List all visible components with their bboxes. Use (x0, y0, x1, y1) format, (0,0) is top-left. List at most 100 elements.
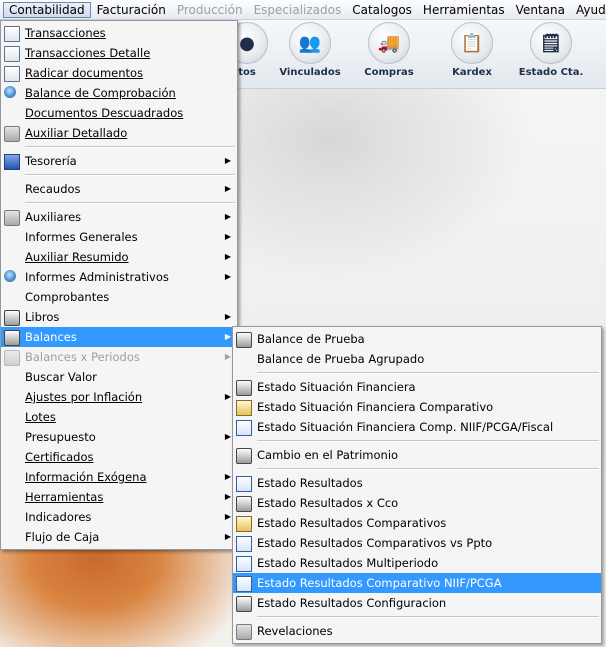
printer-icon (236, 380, 252, 396)
submenu-arrow-icon: ▶ (224, 272, 231, 281)
menu-item-certificados[interactable]: Certificados (1, 447, 237, 467)
report-icon (236, 624, 252, 640)
toolbar-button-kardex[interactable]: 📋 Kardex (437, 22, 507, 78)
toolbar-button-estado-cta[interactable]: 🗒 Estado Cta. (516, 22, 586, 78)
menu-item-informacion-exogena[interactable]: Información Exógena ▶ (1, 467, 237, 487)
menu-item-indicadores[interactable]: Indicadores ▶ (1, 507, 237, 527)
chart-icon (236, 556, 252, 572)
submenu-arrow-icon: ▶ (224, 156, 231, 165)
separator (25, 146, 235, 148)
menu-contabilidad[interactable]: Contabilidad (3, 1, 91, 18)
menu-item-balance-comprobacion[interactable]: Balance de Comprobación (1, 83, 237, 103)
submenu-arrow-icon: ▶ (224, 184, 231, 193)
menu-item-comprobantes[interactable]: Comprobantes (1, 287, 237, 307)
menu-item-informes-generales[interactable]: Informes Generales ▶ (1, 227, 237, 247)
compare-icon (236, 400, 252, 416)
menu-item-buscar-valor[interactable]: Buscar Valor (1, 367, 237, 387)
menu-item-documentos-descuadrados[interactable]: Documentos Descuadrados (1, 103, 237, 123)
toolbar-button-compras[interactable]: 🚚 Compras (354, 22, 424, 78)
balances-submenu: Balance de Prueba Balance de Prueba Agru… (232, 326, 602, 644)
menu-item-auxiliar-detallado[interactable]: Auxiliar Detallado (1, 123, 237, 143)
submenu-item-er-configuracion[interactable]: Estado Resultados Configuracion (233, 593, 601, 613)
submenu-item-esf-comp-niif[interactable]: Estado Situación Financiera Comp. NIIF/P… (233, 417, 601, 437)
menu-item-lotes[interactable]: Lotes (1, 407, 237, 427)
menu-ventana[interactable]: Ventana (511, 2, 570, 18)
menu-produccion[interactable]: Producción (172, 2, 248, 18)
toolbar-label: tos (238, 67, 256, 78)
document-icon (4, 66, 20, 82)
menu-item-transacciones[interactable]: Transacciones (1, 23, 237, 43)
menu-herramientas[interactable]: Herramientas (418, 2, 510, 18)
menu-item-auxiliar-resumido[interactable]: Auxiliar Resumido ▶ (1, 247, 237, 267)
menu-item-balances-x-periodos[interactable]: Balances x Periodos ▶ (1, 347, 237, 367)
submenu-item-er-comparativos-ppto[interactable]: Estado Resultados Comparativos vs Ppto (233, 533, 601, 553)
submenu-arrow-icon: ▶ (224, 432, 231, 441)
menu-item-radicar-documentos[interactable]: Radicar documentos (1, 63, 237, 83)
separator (257, 616, 599, 618)
printer-icon (236, 448, 252, 464)
submenu-item-er-comparativos[interactable]: Estado Resultados Comparativos (233, 513, 601, 533)
magnifier-icon (4, 86, 16, 98)
submenu-item-cambio-patrimonio[interactable]: Cambio en el Patrimonio (233, 445, 601, 465)
separator (257, 468, 599, 470)
submenu-item-esf-comparativo[interactable]: Estado Situación Financiera Comparativo (233, 397, 601, 417)
menu-item-tesoreria[interactable]: Tesorería ▶ (1, 151, 237, 171)
menu-item-balances[interactable]: Balances ▶ (1, 327, 237, 347)
submenu-item-balance-prueba-agrupado[interactable]: Balance de Prueba Agrupado (233, 349, 601, 369)
printer-icon (4, 350, 20, 366)
separator (25, 202, 235, 204)
printer-icon (236, 496, 252, 512)
submenu-item-estado-resultados[interactable]: Estado Resultados (233, 473, 601, 493)
tesoreria-icon (4, 154, 20, 170)
submenu-item-balance-prueba[interactable]: Balance de Prueba (233, 329, 601, 349)
menu-ayuda[interactable]: Ayuda (571, 2, 606, 18)
submenu-arrow-icon: ▶ (224, 232, 231, 241)
submenu-item-er-multiperiodo[interactable]: Estado Resultados Multiperiodo (233, 553, 601, 573)
menu-item-transacciones-detalle[interactable]: Transacciones Detalle (1, 43, 237, 63)
menu-item-herramientas[interactable]: Herramientas ▶ (1, 487, 237, 507)
truck-icon: 🚚 (368, 22, 410, 64)
report-icon (4, 126, 20, 142)
submenu-arrow-icon: ▶ (224, 252, 231, 261)
submenu-arrow-icon: ▶ (224, 312, 231, 321)
toolbar-label: Estado Cta. (518, 67, 584, 78)
submenu-arrow-icon: ▶ (224, 532, 231, 541)
submenu-arrow-icon: ▶ (224, 392, 231, 401)
magnifier-icon (4, 270, 16, 282)
document-icon (4, 46, 20, 62)
submenu-item-revelaciones[interactable]: Revelaciones (233, 621, 601, 641)
submenu-arrow-icon: ▶ (224, 352, 231, 361)
chart-icon (236, 576, 252, 592)
people-icon: 👥 (289, 22, 331, 64)
chart-icon (236, 420, 252, 436)
toolbar-label: Compras (364, 67, 414, 78)
menu-item-auxiliares[interactable]: Auxiliares ▶ (1, 207, 237, 227)
document-icon (4, 26, 20, 42)
menu-facturacion[interactable]: Facturación (92, 2, 171, 18)
menu-item-presupuesto[interactable]: Presupuesto ▶ (1, 427, 237, 447)
menu-bar: Contabilidad Facturación Producción Espe… (0, 0, 606, 20)
contabilidad-menu: Transacciones Transacciones Detalle Radi… (0, 20, 238, 550)
compare-icon (236, 516, 252, 532)
toolbar-label: Vinculados (279, 67, 341, 78)
submenu-item-er-x-cco[interactable]: Estado Resultados x Cco (233, 493, 601, 513)
printer-icon (4, 310, 20, 326)
toolbar-label: Kardex (452, 67, 492, 78)
menu-item-flujo-caja[interactable]: Flujo de Caja ▶ (1, 527, 237, 547)
menu-item-informes-administrativos[interactable]: Informes Administrativos ▶ (1, 267, 237, 287)
statement-icon: 🗒 (530, 22, 572, 64)
submenu-item-er-comparativo-niif[interactable]: Estado Resultados Comparativo NIIF/PCGA (233, 573, 601, 593)
menu-item-ajustes-inflacion[interactable]: Ajustes por Inflación ▶ (1, 387, 237, 407)
submenu-arrow-icon: ▶ (224, 472, 231, 481)
separator (257, 372, 599, 374)
toolbar-button-vinculados[interactable]: 👥 Vinculados (275, 22, 345, 78)
report-icon (4, 210, 20, 226)
printer-icon (4, 330, 20, 346)
menu-catalogos[interactable]: Catalogos (347, 2, 417, 18)
menu-especializados[interactable]: Especializados (249, 2, 347, 18)
submenu-item-estado-situacion-financiera[interactable]: Estado Situación Financiera (233, 377, 601, 397)
printer-icon (236, 596, 252, 612)
menu-item-recaudos[interactable]: Recaudos ▶ (1, 179, 237, 199)
menu-item-libros[interactable]: Libros ▶ (1, 307, 237, 327)
submenu-arrow-icon: ▶ (224, 212, 231, 221)
